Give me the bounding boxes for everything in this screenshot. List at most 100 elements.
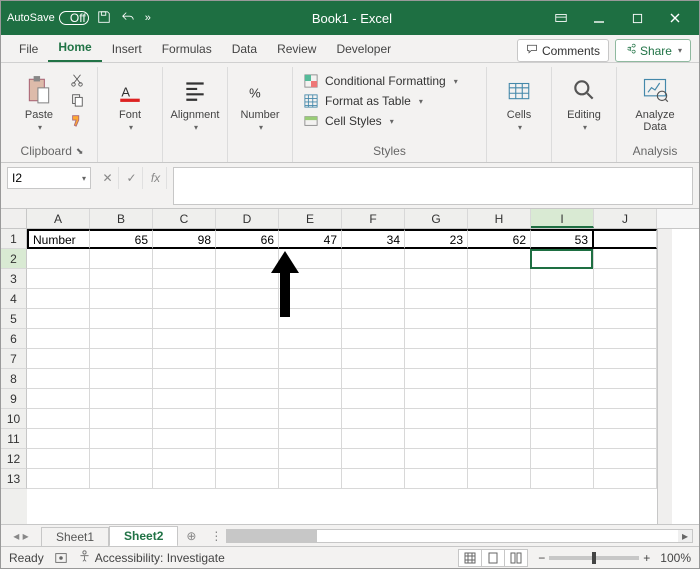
tab-formulas[interactable]: Formulas xyxy=(152,36,222,62)
autosave-switch[interactable]: Off xyxy=(59,11,89,25)
row-header-2[interactable]: 2 xyxy=(1,249,27,269)
macro-record-icon[interactable] xyxy=(54,551,68,565)
cells-grid[interactable]: Number 65 98 66 47 34 23 62 53 xyxy=(27,229,657,524)
col-header-D[interactable]: D xyxy=(216,209,279,228)
sheet-tab-sheet1[interactable]: Sheet1 xyxy=(41,527,109,546)
paste-button[interactable]: Paste ▾ xyxy=(17,69,61,132)
ribbon-tabs: File Home Insert Formulas Data Review De… xyxy=(1,35,699,63)
name-box[interactable]: I2 ▾ xyxy=(7,167,91,189)
page-layout-view-button[interactable] xyxy=(481,549,505,567)
select-all-corner[interactable] xyxy=(1,209,27,228)
cell-C1[interactable]: 98 xyxy=(153,229,216,249)
col-header-E[interactable]: E xyxy=(279,209,342,228)
cell-E1[interactable]: 47 xyxy=(279,229,342,249)
zoom-level[interactable]: 100% xyxy=(660,551,691,565)
svg-text:A: A xyxy=(121,85,130,100)
cell-F1[interactable]: 34 xyxy=(342,229,405,249)
fx-icon[interactable]: fx xyxy=(145,167,167,189)
comments-button[interactable]: Comments xyxy=(517,39,609,62)
row-header-12[interactable]: 12 xyxy=(1,449,27,469)
conditional-formatting-button[interactable]: Conditional Formatting▾ xyxy=(303,73,476,89)
row-header-9[interactable]: 9 xyxy=(1,389,27,409)
cell-H1[interactable]: 62 xyxy=(468,229,531,249)
undo-icon[interactable] xyxy=(121,10,135,27)
tab-developer[interactable]: Developer xyxy=(326,36,401,62)
row-header-3[interactable]: 3 xyxy=(1,269,27,289)
cell-G1[interactable]: 23 xyxy=(405,229,468,249)
maximize-button[interactable] xyxy=(619,4,655,32)
col-header-C[interactable]: C xyxy=(153,209,216,228)
cell-styles-button[interactable]: Cell Styles▾ xyxy=(303,113,476,129)
number-button[interactable]: % Number ▾ xyxy=(238,69,282,132)
col-header-F[interactable]: F xyxy=(342,209,405,228)
chevron-down-icon: ▾ xyxy=(678,46,682,55)
tab-data[interactable]: Data xyxy=(222,36,267,62)
save-icon[interactable] xyxy=(97,10,111,27)
col-header-A[interactable]: A xyxy=(27,209,90,228)
formula-input[interactable] xyxy=(173,167,693,205)
format-painter-icon[interactable] xyxy=(67,113,87,127)
alignment-icon xyxy=(179,73,211,107)
cells-button[interactable]: Cells ▾ xyxy=(497,69,541,132)
accessibility-status[interactable]: Accessibility: Investigate xyxy=(78,550,225,566)
scroll-thumb[interactable] xyxy=(227,530,317,542)
row-header-4[interactable]: 4 xyxy=(1,289,27,309)
alignment-button[interactable]: Alignment ▾ xyxy=(173,69,217,132)
sheet-tab-sheet2[interactable]: Sheet2 xyxy=(109,526,178,547)
accessibility-icon xyxy=(78,550,91,566)
cell-I1[interactable]: 53 xyxy=(531,229,594,249)
ribbon-display-icon[interactable] xyxy=(543,4,579,32)
tab-insert[interactable]: Insert xyxy=(102,36,152,62)
font-button[interactable]: A Font ▾ xyxy=(108,69,152,132)
analyze-data-button[interactable]: Analyze Data xyxy=(627,69,683,133)
zoom-out-icon[interactable]: − xyxy=(538,551,545,565)
cut-icon[interactable] xyxy=(67,73,87,87)
sheet-tab-nav[interactable]: ◂ ▸ xyxy=(1,529,41,543)
col-header-G[interactable]: G xyxy=(405,209,468,228)
col-header-B[interactable]: B xyxy=(90,209,153,228)
tab-home[interactable]: Home xyxy=(48,34,101,62)
tab-review[interactable]: Review xyxy=(267,36,326,62)
cancel-icon[interactable]: ✕ xyxy=(97,167,119,189)
enter-icon[interactable]: ✓ xyxy=(121,167,143,189)
col-header-H[interactable]: H xyxy=(468,209,531,228)
row-header-5[interactable]: 5 xyxy=(1,309,27,329)
cell-A1[interactable]: Number xyxy=(27,229,90,249)
column-headers: A B C D E F G H I J xyxy=(1,209,699,229)
row-header-11[interactable]: 11 xyxy=(1,429,27,449)
row-header-10[interactable]: 10 xyxy=(1,409,27,429)
tab-file[interactable]: File xyxy=(9,36,48,62)
col-header-J[interactable]: J xyxy=(594,209,657,228)
close-button[interactable] xyxy=(657,4,693,32)
horizontal-scrollbar[interactable]: ◂ ▸ xyxy=(226,529,693,543)
tab-splitter[interactable]: ⋮ xyxy=(210,529,222,543)
editing-button[interactable]: Editing ▾ xyxy=(562,69,606,132)
vertical-scrollbar[interactable] xyxy=(657,229,672,524)
copy-icon[interactable] xyxy=(67,93,87,107)
zoom-slider[interactable]: − + xyxy=(538,551,650,565)
row-header-1[interactable]: 1 xyxy=(1,229,27,249)
cell-J1[interactable] xyxy=(594,229,657,249)
autosave-toggle[interactable]: AutoSave Off xyxy=(7,11,89,25)
chevron-down-icon[interactable]: ▾ xyxy=(82,174,86,183)
cell-D1[interactable]: 66 xyxy=(216,229,279,249)
format-as-table-button[interactable]: Format as Table▾ xyxy=(303,93,476,109)
row-header-6[interactable]: 6 xyxy=(1,329,27,349)
page-break-view-button[interactable] xyxy=(504,549,528,567)
normal-view-button[interactable] xyxy=(458,549,482,567)
qat-more-icon[interactable]: » xyxy=(145,12,151,24)
new-sheet-button[interactable]: ⊕ xyxy=(178,529,204,543)
scroll-right-icon[interactable]: ▸ xyxy=(678,530,692,542)
minimize-button[interactable] xyxy=(581,4,617,32)
zoom-in-icon[interactable]: + xyxy=(643,551,650,565)
row-header-13[interactable]: 13 xyxy=(1,469,27,489)
share-button[interactable]: Share ▾ xyxy=(615,39,691,62)
view-buttons xyxy=(459,549,528,567)
row-header-7[interactable]: 7 xyxy=(1,349,27,369)
group-font: A Font ▾ xyxy=(98,67,163,162)
cell-B1[interactable]: 65 xyxy=(90,229,153,249)
dialog-launcher-icon[interactable]: ⬊ xyxy=(76,146,84,157)
col-header-I[interactable]: I xyxy=(531,209,594,228)
row-header-8[interactable]: 8 xyxy=(1,369,27,389)
status-bar: Ready Accessibility: Investigate − + 100… xyxy=(1,546,699,568)
